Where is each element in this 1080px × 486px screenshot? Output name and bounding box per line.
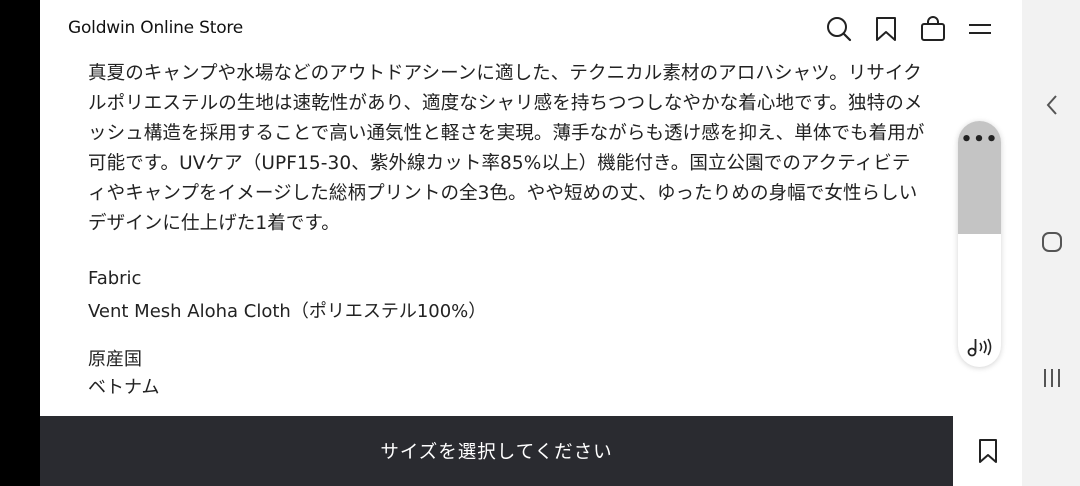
home-icon[interactable]: [1040, 230, 1064, 254]
description-line: ルポリエステルの生地は速乾性があり、適度なシャリ感を持ちつつしなやかな着心地です…: [88, 93, 923, 114]
fabric-label: Fabric: [88, 268, 142, 289]
site-header: Goldwin Online Store: [40, 0, 1022, 58]
floating-panel: •••: [958, 121, 1001, 367]
fabric-value: Vent Mesh Aloha Cloth（ポリエステル100%）: [88, 301, 487, 322]
left-edge-bar: [0, 0, 40, 486]
menu-icon[interactable]: [965, 14, 995, 44]
back-icon[interactable]: [1040, 93, 1064, 117]
description-line: 可能です。UVケア（UPF15-30、紫外線カット率85%以上）機能付き。国立公…: [88, 153, 911, 174]
system-navigation: [1022, 0, 1080, 486]
search-icon[interactable]: [824, 14, 854, 44]
product-description: 真夏のキャンプや水場などのアウトドアシーンに適した、テクニカル素材のアロハシャツ…: [88, 59, 968, 239]
shopping-bag-icon[interactable]: [918, 14, 948, 44]
origin-value: ベトナム: [88, 377, 160, 398]
bookmark-icon: [978, 439, 997, 463]
description-line: ィやキャンプをイメージした総柄プリントの全3色。やや短めの丈、ゆったりめの身幅で…: [88, 183, 918, 204]
select-size-button[interactable]: サイズを選択してください: [40, 416, 953, 486]
bookmark-icon[interactable]: [871, 14, 901, 44]
more-icon[interactable]: •••: [958, 129, 1001, 150]
sound-icon[interactable]: [966, 335, 994, 359]
store-logo[interactable]: Goldwin Online Store: [68, 18, 243, 38]
origin-label: 原産国: [88, 349, 142, 370]
description-line: デザインに仕上げた1着です。: [88, 213, 340, 234]
description-line: 真夏のキャンプや水場などのアウトドアシーンに適した、テクニカル素材のアロハシャツ…: [88, 63, 922, 84]
description-line: ッシュ構造を採用することで高い通気性と軽さを実現。薄手ながらも透け感を抑え、単体…: [88, 123, 925, 144]
recents-icon[interactable]: [1040, 366, 1064, 390]
bookmark-button[interactable]: [953, 416, 1022, 486]
product-page: Goldwin Online Store 真夏のキャンプや水場などのアウトドアシ…: [40, 0, 1022, 486]
